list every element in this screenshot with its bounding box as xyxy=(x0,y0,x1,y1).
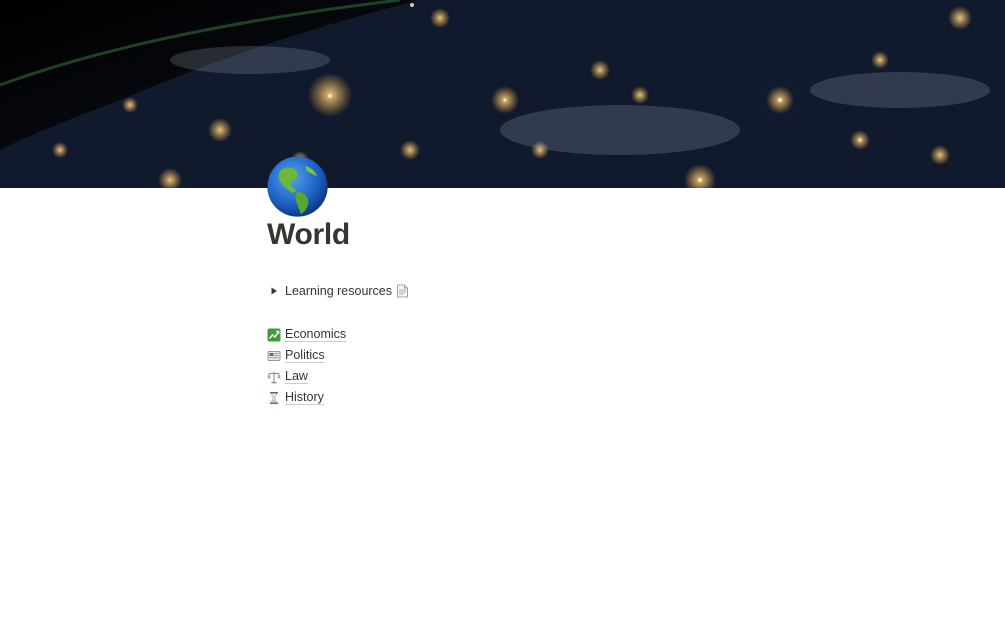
link-politics-label: Politics xyxy=(285,348,325,363)
page-links-list: Economics Politics Law History xyxy=(267,324,347,408)
page-title[interactable]: World xyxy=(267,218,350,252)
link-history[interactable]: History xyxy=(267,387,346,408)
newspaper-icon xyxy=(267,349,281,363)
link-economics-label: Economics xyxy=(285,327,347,342)
chart-increasing-icon xyxy=(267,328,281,342)
hourglass-icon xyxy=(267,391,281,405)
link-history-label: History xyxy=(285,390,324,405)
toggle-learning-resources[interactable]: Learning resources xyxy=(267,281,409,301)
balance-scale-icon xyxy=(267,370,281,384)
cover-image xyxy=(0,0,1005,188)
link-law[interactable]: Law xyxy=(267,366,346,387)
toggle-triangle-icon[interactable] xyxy=(267,284,281,298)
earth-night-cover-graphic xyxy=(0,0,1005,188)
link-economics[interactable]: Economics xyxy=(267,324,347,345)
toggle-label: Learning resources xyxy=(285,284,393,298)
link-law-label: Law xyxy=(285,369,308,384)
earth-americas-icon[interactable] xyxy=(267,156,328,217)
document-icon xyxy=(396,284,409,298)
link-politics[interactable]: Politics xyxy=(267,345,346,366)
